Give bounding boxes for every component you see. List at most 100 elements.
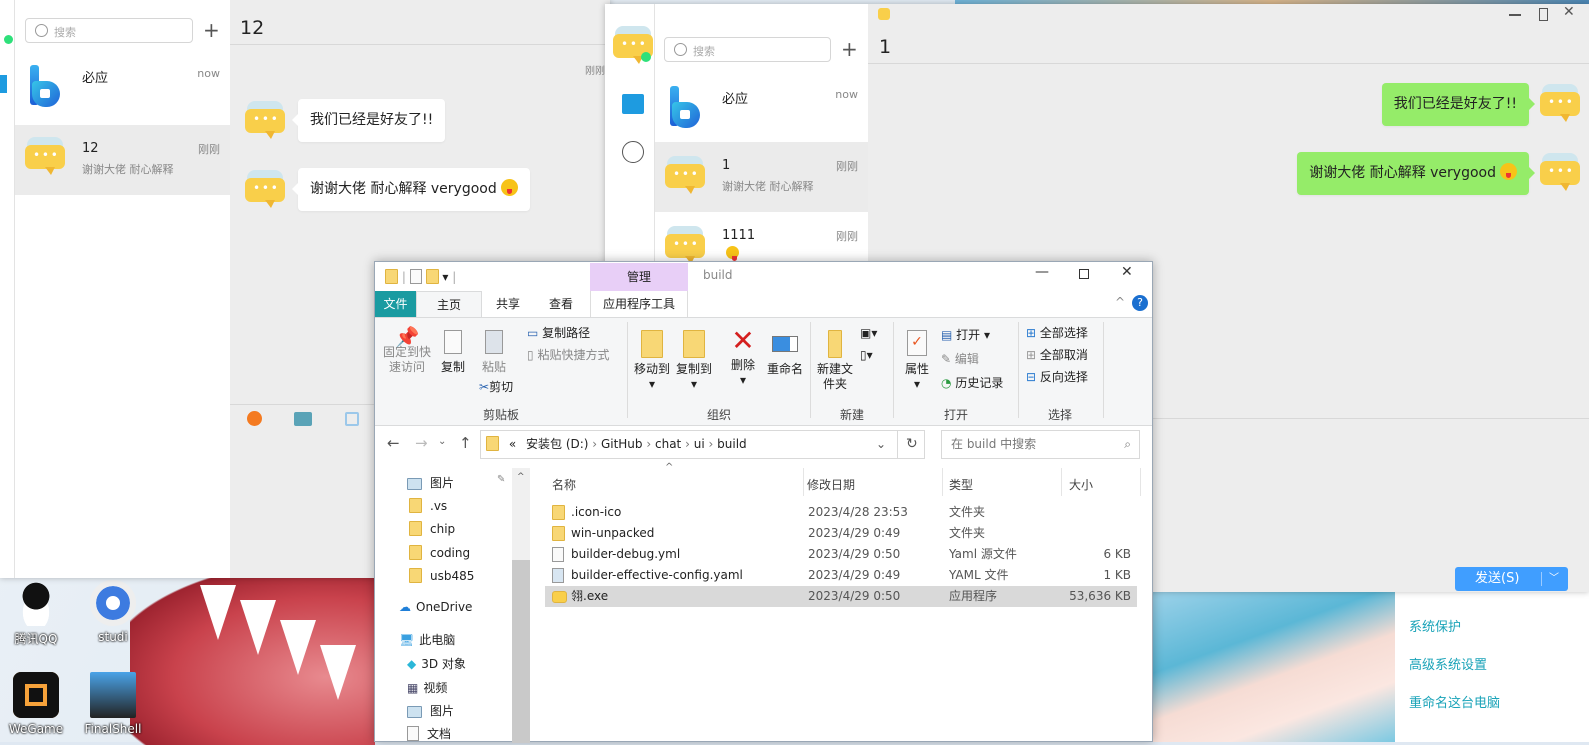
customize-dropdown-icon[interactable]: ▾ bbox=[442, 270, 448, 284]
nav-item-documents[interactable]: 文档 bbox=[407, 725, 451, 742]
close-button[interactable]: ✕ bbox=[1563, 4, 1575, 20]
breadcrumb-item[interactable]: ui bbox=[694, 437, 705, 451]
system-protection-link[interactable]: 系统保护 bbox=[1409, 616, 1461, 635]
desktop-icon-finalshell[interactable]: FinalShell bbox=[83, 672, 143, 736]
advanced-settings-link[interactable]: 高级系统设置 bbox=[1409, 654, 1487, 673]
desktop-icon-wegame[interactable]: WeGame bbox=[6, 672, 66, 736]
nav-item-folder[interactable]: usb485 bbox=[409, 568, 474, 583]
nav-item-videos[interactable]: ▦ 视频 bbox=[407, 679, 447, 696]
breadcrumb-item[interactable]: 安装包 (D:) bbox=[526, 437, 588, 451]
forward-button[interactable]: → bbox=[415, 434, 428, 452]
new-folder-icon[interactable] bbox=[425, 269, 439, 284]
nav-scrollbar[interactable]: ^ bbox=[512, 468, 530, 743]
invert-selection-button[interactable]: ⊟ 反向选择 bbox=[1026, 370, 1088, 385]
help-icon[interactable]: ? bbox=[1132, 295, 1148, 311]
minimize-button[interactable] bbox=[1509, 14, 1521, 16]
file-row[interactable]: builder-effective-config.yaml 2023/4/29 0… bbox=[545, 565, 1137, 586]
minimize-button[interactable]: — bbox=[1035, 264, 1049, 280]
desktop-icon-qq[interactable]: 腾讯QQ bbox=[6, 580, 66, 647]
up-button[interactable]: ↑ bbox=[459, 434, 472, 452]
desktop-icon-studio[interactable]: studi bbox=[83, 580, 143, 644]
file-row[interactable]: 翎.exe 2023/4/29 0:50 应用程序 53,636 KB bbox=[545, 586, 1137, 607]
folder-icon bbox=[385, 269, 398, 284]
conversation-item[interactable]: 12 谢谢大佬 耐心解释 刚刚 bbox=[15, 125, 230, 195]
nav-item-folder[interactable]: coding bbox=[409, 545, 470, 560]
chevron-down-icon[interactable]: ⌄ bbox=[876, 431, 886, 458]
nav-item-pictures[interactable]: 图片 bbox=[407, 474, 454, 491]
rename-pc-link[interactable]: 重命名这台电脑 bbox=[1409, 692, 1500, 711]
add-button[interactable]: + bbox=[203, 18, 220, 42]
add-button[interactable]: + bbox=[841, 37, 858, 61]
pin-icon[interactable]: ✎ bbox=[497, 474, 505, 485]
new-item-button[interactable]: ▣▾ bbox=[860, 326, 877, 341]
desktop-icon-label: FinalShell bbox=[84, 722, 142, 736]
column-header-date[interactable]: 修改日期 bbox=[807, 476, 855, 493]
chat-nav-icon[interactable] bbox=[0, 75, 7, 93]
sort-ascending-icon: ^ bbox=[665, 462, 674, 473]
file-button-icon[interactable] bbox=[345, 412, 359, 426]
nav-item-3d-objects[interactable]: ◆ 3D 对象 bbox=[407, 655, 466, 672]
tab-share[interactable]: 共享 bbox=[485, 291, 531, 317]
history-button[interactable]: ◔ 历史记录 bbox=[941, 376, 1003, 391]
rename-icon bbox=[772, 336, 798, 352]
send-button[interactable]: 发送(S) ﹀ bbox=[1455, 567, 1568, 591]
image-button-icon[interactable] bbox=[294, 412, 312, 426]
context-tab-manage[interactable]: 管理 bbox=[590, 263, 688, 291]
select-all-button[interactable]: ⊞ 全部选择 bbox=[1026, 326, 1088, 341]
copy-to-button[interactable]: 复制到 ▾ bbox=[675, 330, 713, 392]
maximize-button[interactable] bbox=[1539, 8, 1548, 21]
rename-button[interactable]: 重命名 bbox=[765, 330, 805, 377]
pin-quick-access-button[interactable]: 📌 固定到快速访问 bbox=[381, 327, 433, 375]
nav-item-this-pc[interactable]: 🖥 此电脑 bbox=[399, 631, 455, 648]
back-button[interactable]: ← bbox=[387, 434, 400, 452]
nav-item-folder[interactable]: chip bbox=[409, 521, 455, 536]
open-button[interactable]: ▤ 打开 ▾ bbox=[941, 328, 990, 343]
column-header-type[interactable]: 类型 bbox=[949, 476, 973, 493]
paste-button[interactable]: 粘贴 bbox=[478, 330, 510, 375]
select-none-button[interactable]: ⊞ 全部取消 bbox=[1026, 348, 1088, 363]
file-row[interactable]: win-unpacked 2023/4/29 0:49 文件夹 bbox=[545, 523, 1137, 544]
edit-button[interactable]: ✎ 编辑 bbox=[941, 352, 979, 367]
collapse-ribbon-icon[interactable]: ^ bbox=[1115, 295, 1125, 309]
file-row[interactable]: builder-debug.yml 2023/4/29 0:50 Yaml 源文件 6… bbox=[545, 544, 1137, 565]
breadcrumb-item[interactable]: build bbox=[717, 437, 747, 451]
nav-item-folder[interactable]: .vs bbox=[409, 498, 447, 513]
recent-locations-button[interactable]: ⌄ bbox=[438, 436, 446, 447]
tab-view[interactable]: 查看 bbox=[535, 291, 587, 317]
column-header-name[interactable]: 名称 bbox=[552, 476, 576, 493]
search-input[interactable]: 搜索 bbox=[664, 37, 831, 62]
tab-file[interactable]: 文件 bbox=[375, 291, 416, 317]
search-input[interactable]: 在 build 中搜索 ⌕ bbox=[941, 430, 1140, 459]
close-button[interactable]: ✕ bbox=[1121, 264, 1133, 280]
search-input[interactable]: 搜索 bbox=[25, 18, 193, 43]
copy-path-button[interactable]: ▭ 复制路径 bbox=[527, 326, 590, 341]
tab-home[interactable]: 主页 bbox=[416, 291, 482, 317]
delete-button[interactable]: ✕ 删除 ▾ bbox=[727, 324, 759, 388]
conversation-item[interactable]: 1 谢谢大佬 耐心解释 刚刚 bbox=[655, 142, 868, 212]
new-folder-button[interactable]: 新建文件夹 bbox=[815, 330, 855, 392]
emoji-button-icon[interactable] bbox=[247, 411, 262, 426]
breadcrumb-item[interactable]: chat bbox=[655, 437, 681, 451]
chat-nav-icon[interactable] bbox=[622, 94, 644, 114]
properties-button[interactable]: ✓ 属性 ▾ bbox=[900, 330, 934, 392]
file-row[interactable]: .icon-ico 2023/4/28 23:53 文件夹 bbox=[545, 502, 1137, 523]
chevron-down-icon[interactable]: ﹀ bbox=[1549, 567, 1559, 591]
maximize-button[interactable] bbox=[1079, 269, 1089, 279]
nav-item-onedrive[interactable]: ☁ OneDrive bbox=[399, 600, 472, 614]
conversation-item[interactable]: 必应 now bbox=[15, 55, 230, 125]
tab-app-tools[interactable]: 应用程序工具 bbox=[590, 291, 688, 317]
contacts-nav-icon[interactable] bbox=[622, 141, 644, 163]
refresh-icon[interactable]: ↻ bbox=[906, 431, 918, 458]
move-to-button[interactable]: 移动到 ▾ bbox=[633, 330, 671, 392]
breadcrumb-item[interactable]: GitHub bbox=[601, 437, 643, 451]
address-bar[interactable]: « 安装包 (D:) › GitHub › chat › ui › build … bbox=[480, 430, 925, 459]
properties-icon[interactable] bbox=[409, 269, 422, 284]
paste-shortcut-button[interactable]: ▯ 粘贴快捷方式 bbox=[527, 348, 609, 363]
copy-button[interactable]: 复制 bbox=[437, 330, 469, 375]
cut-button[interactable]: ✂剪切 bbox=[479, 380, 513, 395]
column-header-size[interactable]: 大小 bbox=[1069, 476, 1093, 493]
conversation-name: 12 bbox=[82, 141, 99, 156]
nav-item-pictures[interactable]: 图片 bbox=[407, 702, 454, 719]
conversation-item[interactable]: 必应 now bbox=[655, 72, 868, 142]
easy-access-button[interactable]: ▯▾ bbox=[860, 348, 873, 363]
